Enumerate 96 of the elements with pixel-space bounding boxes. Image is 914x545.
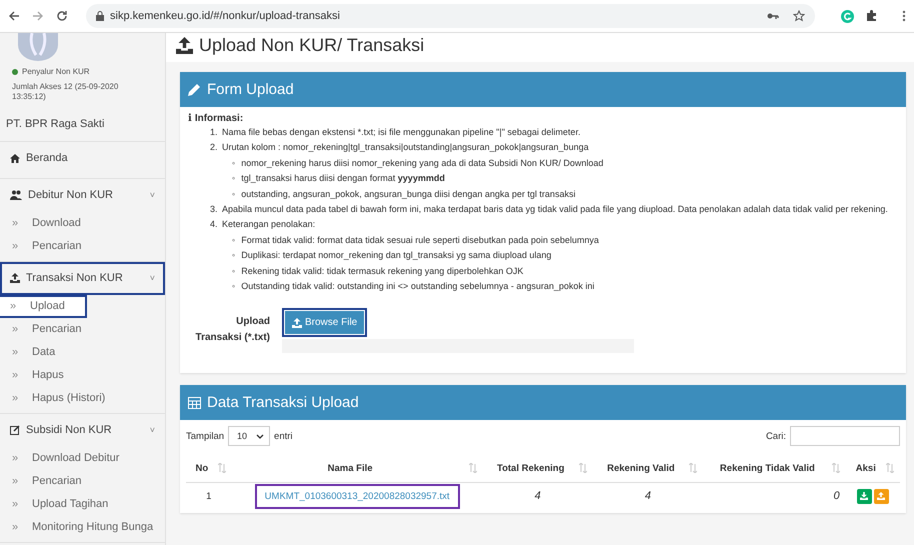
- address-bar[interactable]: sikp.kemenkeu.go.id/#/nonkur/upload-transaksi: [86, 4, 815, 28]
- sort-icon[interactable]: [468, 463, 477, 474]
- access-count: Jumlah Akses 12 (25-09-2020 13:35:12): [11, 81, 120, 103]
- sidebar-subitem[interactable]: » Upload Tagihan: [0, 492, 122, 516]
- bullet-mark: ◦: [232, 234, 236, 247]
- home-icon: [10, 154, 20, 163]
- table-cell: 4: [534, 490, 541, 502]
- user-role: Penyalur Non KUR: [22, 67, 90, 76]
- bullet-mark: ◦: [232, 280, 236, 294]
- back-icon[interactable]: [8, 10, 20, 22]
- upload-icon: [292, 318, 302, 328]
- sidebar-subitem[interactable]: » Pencarian: [0, 234, 96, 258]
- search-label: Cari:: [766, 430, 786, 442]
- lock-icon: [96, 11, 104, 21]
- info-text: nomor_rekening harus diisi nomor_rekening yang ada di data Subsidi Non KUR/ Download: [241, 156, 604, 170]
- info-heading: Informasi:: [194, 113, 244, 124]
- download-button[interactable]: [856, 488, 872, 504]
- table-cell: 1: [206, 490, 212, 502]
- list-number: 3.: [210, 203, 219, 216]
- extension-icon[interactable]: [841, 10, 854, 22]
- star-icon[interactable]: [793, 10, 805, 22]
- info-text: Apabila muncul data pada tabel di bawah form ini, maka terdapat baris data yg tidak valid pada file yang diupload. Data penolakan adalah data tidak valid per rekening.: [222, 203, 888, 216]
- info-text: tgl_transaksi harus diisi dengan format yyyymmdd: [241, 172, 445, 186]
- column-header[interactable]: Nama File: [238, 462, 463, 474]
- info-icon: i: [188, 113, 192, 124]
- page-size-select[interactable]: 10: [228, 426, 270, 446]
- url-text: sikp.kemenkeu.go.id/#/nonkur/upload-transaksi: [110, 10, 340, 22]
- company-name: PT. BPR Raga Sakti: [0, 102, 165, 142]
- chevron-down-icon: [256, 434, 264, 439]
- list-number: 1.: [210, 126, 219, 139]
- upload-icon: [877, 492, 886, 500]
- upload-icon: [176, 37, 193, 54]
- sort-icon[interactable]: [886, 463, 894, 474]
- sort-icon[interactable]: [689, 463, 698, 474]
- search-field[interactable]: [790, 426, 900, 446]
- caret-icon: ˅: [150, 190, 155, 200]
- bullet-mark: ◦: [232, 249, 236, 262]
- download-icon: [860, 492, 868, 500]
- column-header[interactable]: Aksi: [852, 462, 880, 474]
- info-text: Duplikasi: terdapat nomor_rekening dan tgl_transaksi yg sama diupload ulang: [241, 249, 552, 262]
- bullet-mark: ◦: [232, 172, 236, 186]
- sort-icon[interactable]: [578, 463, 587, 474]
- sidebar-subitem[interactable]: » Monitoring Hitung Bunga: [0, 516, 165, 539]
- page-title: Upload Non KUR/ Transaksi: [199, 35, 424, 56]
- sidebar-subitem[interactable]: » Pencarian: [0, 318, 96, 341]
- caret-icon: ˅: [150, 273, 155, 284]
- pencil-icon: [188, 83, 201, 96]
- sidebar-item[interactable]: Transaksi Non KUR ˅: [0, 262, 165, 295]
- browse-button[interactable]: Browse File: [282, 308, 368, 338]
- bullet-mark: ◦: [232, 188, 236, 201]
- info-text: Nama file bebas dengan ekstensi *.txt; isi file menggunakan pipeline "|" sebagai delimeter.: [222, 126, 580, 139]
- sidebar-subitem[interactable]: » Hapus: [0, 364, 78, 387]
- sidebar-subitem[interactable]: » Data: [0, 340, 70, 364]
- users-icon: [10, 190, 22, 200]
- sidebar-subitem[interactable]: » Pencarian: [0, 470, 96, 493]
- key-icon[interactable]: [767, 12, 779, 20]
- sort-icon[interactable]: [218, 463, 226, 474]
- puzzle-icon[interactable]: [866, 10, 878, 22]
- show-label: Tampilan: [186, 430, 224, 442]
- panel-title: Data Transaksi Upload: [207, 394, 359, 412]
- info-text: Rekening tidak valid: tidak termasuk rekening yang diperbolehkan OJK: [241, 264, 524, 278]
- field-label: Upload Transaksi (*.txt): [194, 315, 270, 346]
- forward-icon[interactable]: [32, 10, 44, 22]
- caret-icon: ˅: [150, 425, 155, 436]
- sidebar-item[interactable]: Beranda: [0, 142, 165, 175]
- table-cell: 0: [833, 490, 840, 502]
- sidebar-subitem[interactable]: » Upload: [0, 294, 87, 318]
- upload-icon: [10, 273, 20, 284]
- reload-icon[interactable]: [56, 10, 68, 22]
- sidebar-subitem[interactable]: » Download Debitur: [0, 446, 134, 470]
- file-link[interactable]: UMKMT_0103600313_20200828032957.txt: [256, 486, 458, 507]
- sidebar-item[interactable]: Subsidi Non KUR ˅: [0, 414, 165, 447]
- edit-icon: [10, 425, 20, 436]
- info-text: Keterangan penolakan:: [222, 218, 316, 232]
- bullet-mark: ◦: [232, 156, 236, 170]
- column-header[interactable]: Rekening Tidak Valid: [709, 462, 826, 474]
- panel-title: Form Upload: [207, 81, 294, 98]
- column-header[interactable]: No: [192, 462, 212, 474]
- info-text: outstanding, angsuran_pokok, angsuran_bunga diisi dengan angka per tgl transaksi: [241, 188, 576, 201]
- entries-label: entri: [274, 430, 293, 442]
- list-number: 4.: [210, 218, 219, 232]
- menu-icon[interactable]: [902, 10, 906, 22]
- sidebar-item[interactable]: Debitur Non KUR ˅: [0, 178, 165, 212]
- list-number: 2.: [210, 141, 219, 154]
- sidebar-subitem[interactable]: » Hapus (Histori): [0, 386, 120, 410]
- sidebar-subitem[interactable]: » Download: [0, 212, 95, 235]
- info-text: Outstanding tidak valid: outstanding ini <> outstanding sebelumnya - angsuran_pokok ini: [241, 280, 594, 294]
- sort-icon[interactable]: [832, 463, 840, 474]
- bullet-mark: ◦: [232, 264, 236, 278]
- column-header[interactable]: Total Rekening: [488, 462, 573, 474]
- table-icon: [188, 396, 201, 409]
- upload-button[interactable]: [874, 488, 889, 504]
- column-header[interactable]: Rekening Valid: [598, 462, 684, 474]
- info-text: Format tidak valid: format data tidak sesuai rule seperti disebutkan pada poin sebelumnya: [241, 234, 599, 247]
- table-cell: 4: [644, 490, 651, 502]
- info-text: Urutan kolom : nomor_rekening|tgl_transaksi|outstanding|angsuran_pokok|angsuran_bunga: [222, 141, 589, 154]
